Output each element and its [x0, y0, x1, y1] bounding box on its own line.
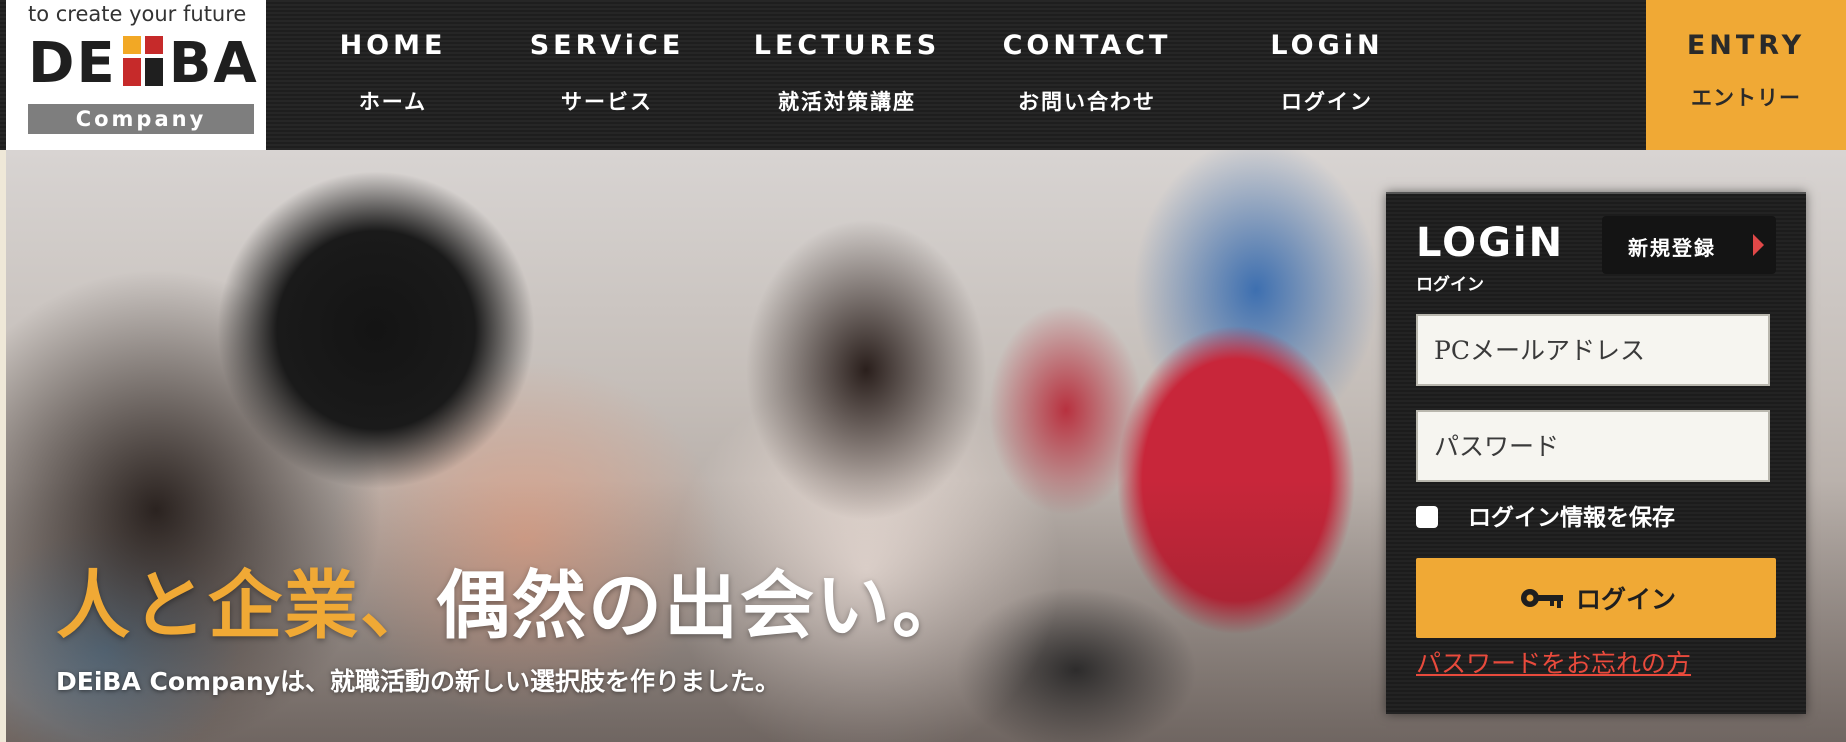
entry-button-ja: エントリー: [1691, 86, 1801, 110]
logo-wordmark-left: DE: [28, 31, 117, 96]
login-title: LOGiN: [1416, 220, 1565, 266]
nav-item-contact-ja: お問い合わせ: [1018, 90, 1156, 114]
nav-item-home-en: HOME: [339, 30, 447, 61]
nav-item-home[interactable]: HOME ホーム: [286, 0, 500, 150]
login-title-ja: ログイン: [1416, 275, 1484, 295]
nav-item-lectures[interactable]: LECTURES 就活対策講座: [720, 0, 974, 150]
hero-headline-orange: 人と企業、: [56, 563, 436, 649]
login-button-label: ログイン: [1576, 585, 1677, 614]
nav-item-login[interactable]: LOGiN ログイン: [1220, 0, 1434, 150]
entry-button[interactable]: ENTRY エントリー: [1646, 0, 1846, 150]
logo-subtitle: Company: [28, 104, 254, 134]
site-logo[interactable]: to create your future DE BA Company: [6, 0, 266, 150]
logo-tagline: to create your future: [28, 2, 247, 26]
key-icon: [1521, 589, 1563, 608]
logo-wordmark: DE BA: [28, 34, 259, 94]
logo-mark-icon: [119, 36, 167, 88]
nav-item-lectures-ja: 就活対策講座: [778, 90, 916, 114]
hero-headline-white: 偶然の出会い。: [436, 563, 968, 649]
entry-button-en: ENTRY: [1686, 30, 1806, 61]
nav-item-service-ja: サービス: [561, 90, 653, 114]
logo-wordmark-right: BA: [168, 31, 259, 96]
nav-item-login-ja: ログイン: [1281, 90, 1373, 114]
nav-item-login-en: LOGiN: [1270, 30, 1384, 61]
register-button-label: 新規登録: [1628, 236, 1716, 260]
nav-item-contact-en: CONTACT: [1002, 30, 1172, 61]
login-button[interactable]: ログイン: [1416, 558, 1776, 638]
hero-subline: DEiBA Companyは、就職活動の新しい選択肢を作りました。: [56, 667, 780, 696]
nav-item-contact[interactable]: CONTACT お問い合わせ: [974, 0, 1200, 150]
register-button[interactable]: 新規登録: [1602, 216, 1776, 274]
nav-item-service[interactable]: SERViCE サービス: [500, 0, 714, 150]
nav-item-home-ja: ホーム: [358, 90, 428, 114]
nav-item-lectures-en: LECTURES: [753, 30, 941, 61]
triangle-right-icon: [1753, 234, 1764, 256]
site-header: to create your future DE BA Company HOME …: [0, 0, 1846, 150]
remember-label: ログイン情報を保存: [1468, 505, 1675, 531]
forgot-password-link[interactable]: パスワードをお忘れの方: [1416, 644, 1691, 680]
password-field[interactable]: [1416, 410, 1770, 482]
login-panel: LOGiN ログイン 新規登録 ログイン情報を保存 ログイン パスワードをお忘れ…: [1386, 192, 1806, 714]
remember-checkbox[interactable]: [1416, 506, 1438, 528]
hero-headline: 人と企業、偶然の出会い。: [56, 546, 968, 653]
nav-item-service-en: SERViCE: [529, 30, 685, 61]
email-field[interactable]: [1416, 314, 1770, 386]
